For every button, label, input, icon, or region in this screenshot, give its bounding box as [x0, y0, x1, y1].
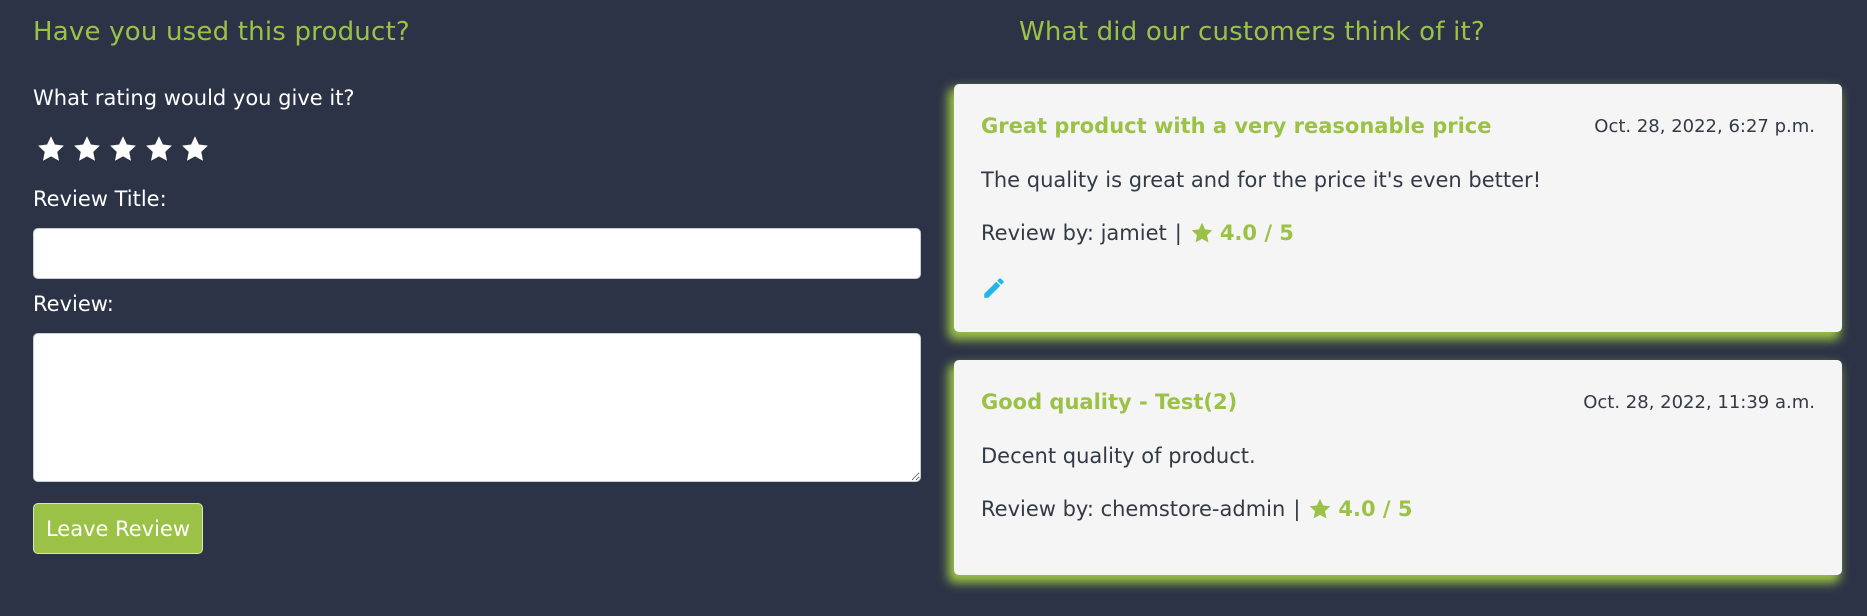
review-date: Oct. 28, 2022, 11:39 a.m. — [1583, 392, 1815, 413]
rating-star-1-icon[interactable] — [36, 134, 66, 164]
rating-star-4-icon[interactable] — [144, 134, 174, 164]
pencil-icon[interactable] — [981, 275, 1007, 301]
review-title-input[interactable] — [33, 228, 921, 279]
review-body-textarea[interactable] — [33, 333, 921, 482]
review-author: Review by: jamiet — [981, 221, 1167, 245]
review-title: Great product with a very reasonable pri… — [981, 114, 1492, 138]
review-meta: Review by: chemstore-admin | 4.0 / 5 — [981, 497, 1413, 521]
review-body: The quality is great and for the price i… — [981, 168, 1542, 192]
review-title: Good quality - Test(2) — [981, 390, 1238, 414]
star-rating-input — [36, 134, 210, 164]
review-score: 4.0 / 5 — [1219, 221, 1294, 245]
form-heading: Have you used this product? — [33, 17, 410, 47]
review-meta: Review by: jamiet | 4.0 / 5 — [981, 221, 1294, 245]
review-card: Great product with a very reasonable pri… — [954, 84, 1842, 332]
rating-star-2-icon[interactable] — [72, 134, 102, 164]
meta-separator: | — [1174, 221, 1182, 245]
review-score: 4.0 / 5 — [1338, 497, 1413, 521]
rating-star-3-icon[interactable] — [108, 134, 138, 164]
review-body: Decent quality of product. — [981, 444, 1256, 468]
review-card: Good quality - Test(2) Oct. 28, 2022, 11… — [954, 360, 1842, 575]
review-body-label: Review: — [33, 292, 114, 316]
page: Have you used this product? What rating … — [0, 0, 1867, 616]
leave-review-button[interactable]: Leave Review — [33, 503, 203, 554]
star-icon — [1190, 221, 1214, 245]
rating-star-5-icon[interactable] — [180, 134, 210, 164]
review-author: Review by: chemstore-admin — [981, 497, 1286, 521]
meta-separator: | — [1293, 497, 1301, 521]
reviews-heading: What did our customers think of it? — [1019, 17, 1485, 47]
review-date: Oct. 28, 2022, 6:27 p.m. — [1594, 116, 1815, 137]
review-title-label: Review Title: — [33, 187, 167, 211]
star-icon — [1308, 497, 1332, 521]
rating-question: What rating would you give it? — [33, 86, 355, 110]
